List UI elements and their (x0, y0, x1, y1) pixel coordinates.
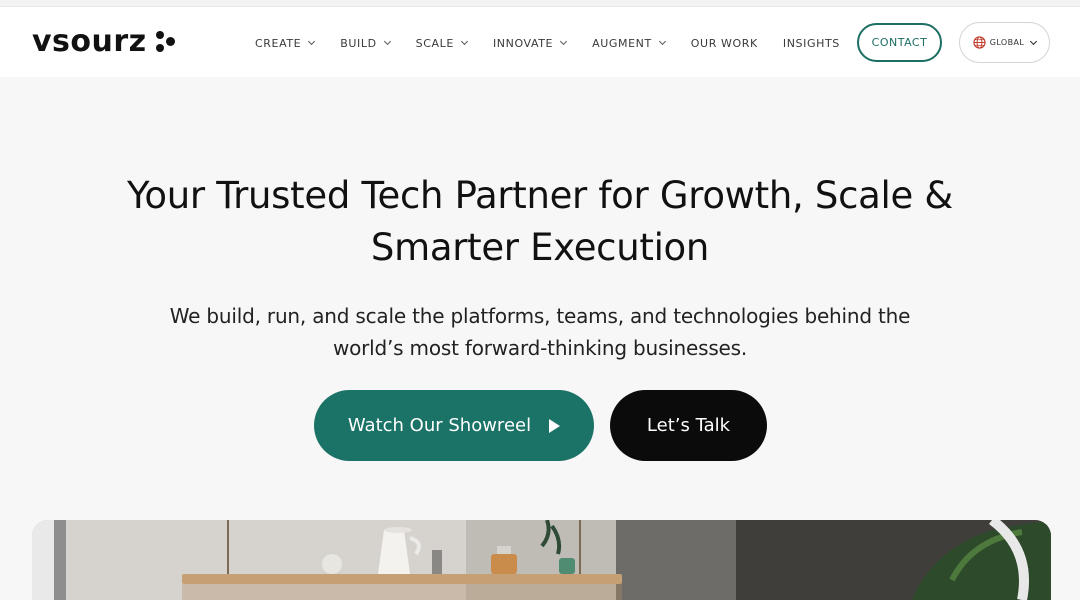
nav-item-label: INNOVATE (492, 36, 554, 50)
top-strip (0, 0, 1080, 7)
nav-item-augment[interactable]: AUGMENT (592, 36, 666, 50)
hero-subtitle-line-2: world’s most forward-thinking businesses… (332, 336, 748, 360)
logo-dots-icon (155, 29, 178, 55)
contact-button[interactable]: CONTACT (857, 23, 942, 62)
main-nav: CREATE BUILD SCALE INNOVATE AUGMENT OUR … (255, 32, 840, 54)
nav-item-label: BUILD (340, 36, 377, 50)
nav-item-label: OUR WORK (690, 36, 758, 50)
nav-item-insights[interactable]: INSIGHTS (783, 37, 840, 50)
logo[interactable]: vsourz (32, 27, 178, 57)
chevron-down-icon (658, 37, 666, 46)
nav-item-scale[interactable]: SCALE (415, 36, 468, 50)
play-icon (549, 418, 561, 433)
nav-item-label: INSIGHTS (782, 36, 840, 50)
watch-showreel-label: Watch Our Showreel (347, 415, 532, 436)
nav-item-innovate[interactable]: INNOVATE (492, 36, 568, 50)
hero-title-line-1: Your Trusted Tech Partner for Growth, Sc… (127, 174, 953, 217)
hero-subtitle-line-1: We build, run, and scale the platforms, … (169, 304, 911, 328)
chevron-down-icon (560, 37, 568, 46)
logo-wordmark: vsourz (32, 24, 147, 59)
nav-item-build[interactable]: BUILD (340, 36, 391, 50)
hero-title-line-2: Smarter Execution (370, 226, 710, 269)
nav-item-label: SCALE (415, 36, 454, 50)
chevron-down-icon (1030, 37, 1038, 45)
watch-showreel-button[interactable]: Watch Our Showreel (314, 390, 594, 461)
globe-icon (973, 36, 986, 49)
chevron-down-icon (460, 37, 468, 46)
region-label: GLOBAL (989, 38, 1025, 47)
hero-title: Your Trusted Tech Partner for Growth, Sc… (90, 170, 990, 274)
hero-subtitle: We build, run, and scale the platforms, … (140, 300, 940, 364)
nav-item-label: CREATE (255, 36, 302, 50)
site-header: vsourz CREATE BUILD SCALE INNOVATE AUGME… (0, 7, 1080, 77)
hero-image (32, 520, 1051, 600)
nav-item-create[interactable]: CREATE (255, 36, 316, 50)
region-selector[interactable]: GLOBAL (959, 22, 1050, 63)
hero-photo-illustration (32, 520, 1051, 600)
chevron-down-icon (383, 37, 391, 46)
nav-item-our-work[interactable]: OUR WORK (691, 37, 758, 50)
nav-item-label: AUGMENT (592, 36, 652, 50)
chevron-down-icon (308, 37, 316, 46)
lets-talk-button[interactable]: Let’s Talk (610, 390, 767, 461)
